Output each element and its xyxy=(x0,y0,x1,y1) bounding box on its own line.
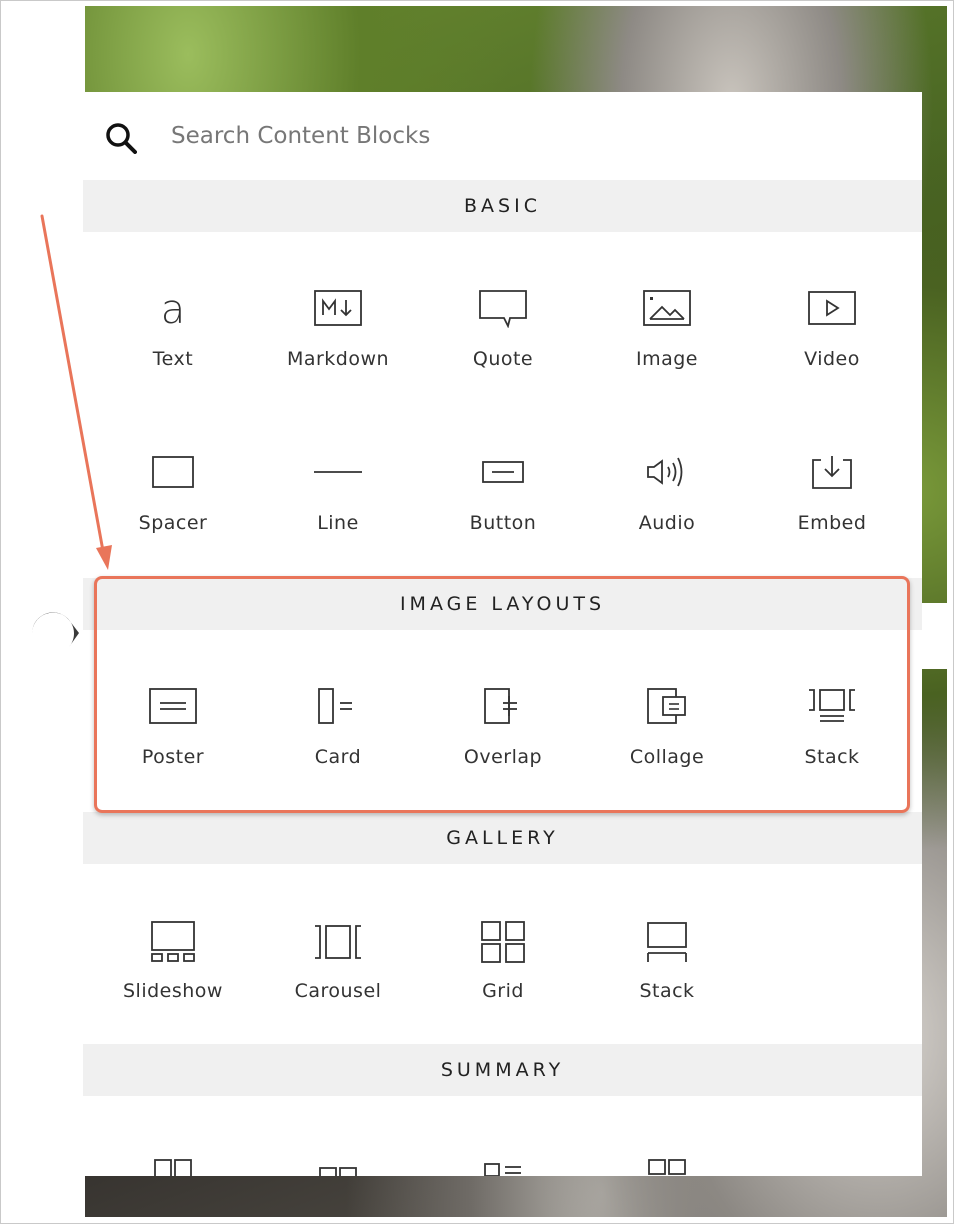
section-header-image-layouts: IMAGE LAYOUTS xyxy=(83,578,922,630)
quote-icon xyxy=(479,290,527,328)
block-label: Quote xyxy=(472,348,534,370)
block-spacer[interactable]: Spacer xyxy=(91,434,255,564)
background-gap xyxy=(920,603,950,669)
summary-wall-icon xyxy=(154,1159,192,1176)
gallery-stack-icon xyxy=(647,922,687,962)
carousel-icon xyxy=(315,925,361,959)
content-blocks-panel: BASIC a Text Markdown Quote Image xyxy=(83,92,922,1176)
section-header-basic: BASIC xyxy=(83,180,922,232)
block-label: Carousel xyxy=(294,980,382,1002)
block-embed[interactable]: Embed xyxy=(750,434,914,564)
line-icon xyxy=(314,471,362,473)
search-bar xyxy=(83,92,922,180)
block-label: Collage xyxy=(629,746,705,768)
slideshow-icon xyxy=(151,921,195,962)
block-label: Line xyxy=(317,512,359,534)
overlap-icon xyxy=(484,688,517,724)
block-text[interactable]: a Text xyxy=(91,270,255,400)
block-label: Audio xyxy=(638,512,696,534)
embed-icon xyxy=(812,456,852,489)
search-input[interactable] xyxy=(171,118,871,154)
block-label: Slideshow xyxy=(123,980,223,1002)
section-header-summary: SUMMARY xyxy=(83,1044,922,1096)
block-line[interactable]: Line xyxy=(256,434,420,564)
collage-icon xyxy=(647,688,686,724)
block-carousel[interactable]: Carousel xyxy=(256,902,420,1032)
block-gallery-stack[interactable]: Stack xyxy=(585,902,749,1032)
spacer-icon xyxy=(152,456,194,488)
section-header-gallery: GALLERY xyxy=(83,812,922,864)
poster-icon xyxy=(149,688,197,724)
block-label: Text xyxy=(152,348,194,370)
markdown-icon xyxy=(314,290,362,326)
button-icon xyxy=(482,461,524,483)
insertion-point-marker[interactable] xyxy=(29,611,79,657)
block-label: Embed xyxy=(797,512,867,534)
block-collage[interactable]: Collage xyxy=(585,668,749,798)
block-summary-list[interactable] xyxy=(421,1122,585,1176)
summary-grid-icon xyxy=(648,1159,686,1175)
block-grid[interactable]: Grid xyxy=(421,902,585,1032)
block-summary-wall[interactable] xyxy=(91,1122,255,1176)
block-label: Stack xyxy=(639,980,695,1002)
block-card[interactable]: Card xyxy=(256,668,420,798)
image-icon xyxy=(643,290,691,326)
grid-icon xyxy=(481,921,525,963)
block-label: Poster xyxy=(141,746,205,768)
summary-list-icon xyxy=(484,1163,521,1176)
block-overlap[interactable]: Overlap xyxy=(421,668,585,798)
text-icon: a xyxy=(161,288,186,328)
block-image[interactable]: Image xyxy=(585,270,749,400)
card-icon xyxy=(318,688,352,724)
video-icon xyxy=(808,291,856,325)
block-markdown[interactable]: Markdown xyxy=(256,270,420,400)
block-quote[interactable]: Quote xyxy=(421,270,585,400)
block-button[interactable]: Button xyxy=(421,434,585,564)
block-summary-grid[interactable] xyxy=(585,1122,749,1176)
block-label: Markdown xyxy=(286,348,390,370)
block-audio[interactable]: Audio xyxy=(585,434,749,564)
block-poster[interactable]: Poster xyxy=(91,668,255,798)
block-label: Overlap xyxy=(463,746,543,768)
block-label: Image xyxy=(635,348,698,370)
block-label: Stack xyxy=(804,746,860,768)
summary-carousel-icon xyxy=(319,1167,357,1176)
block-label: Spacer xyxy=(138,512,208,534)
block-label: Button xyxy=(469,512,537,534)
search-icon xyxy=(106,123,137,154)
audio-icon xyxy=(647,457,683,487)
svg-text:a: a xyxy=(161,288,186,328)
block-label: Grid xyxy=(482,980,524,1002)
block-summary-carousel[interactable] xyxy=(256,1122,420,1176)
block-video[interactable]: Video xyxy=(750,270,914,400)
block-label: Video xyxy=(804,348,860,370)
block-label: Card xyxy=(314,746,362,768)
block-stack[interactable]: Stack xyxy=(750,668,914,798)
block-slideshow[interactable]: Slideshow xyxy=(91,902,255,1032)
stack-icon xyxy=(809,689,855,722)
